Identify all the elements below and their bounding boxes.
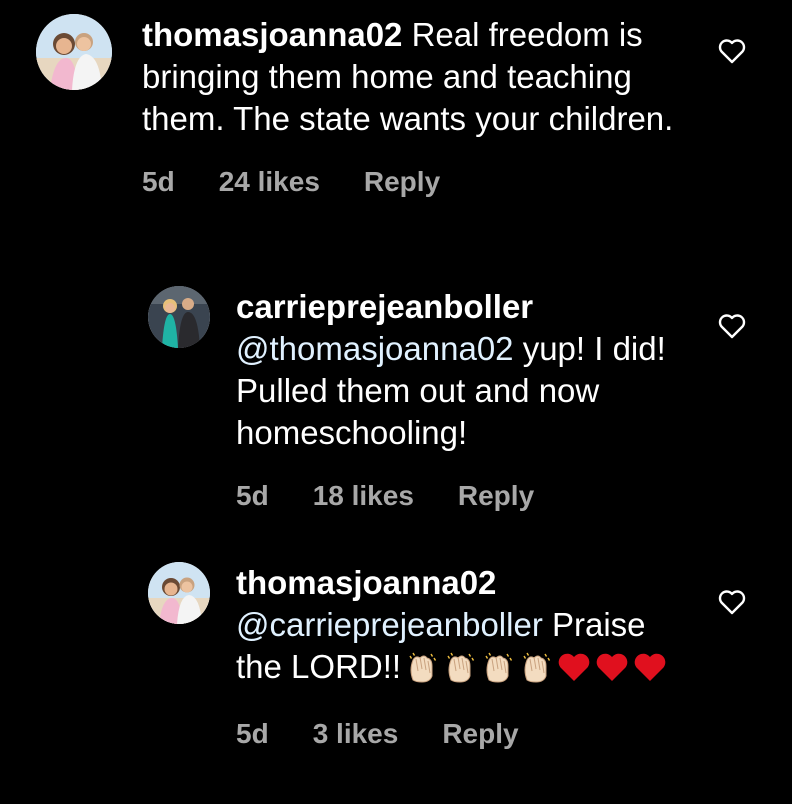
clapping-hands-emoji-icon [523, 652, 551, 683]
comment-likes[interactable]: 18 likes [313, 480, 414, 512]
avatar[interactable] [148, 562, 210, 624]
comment-time: 5d [236, 480, 269, 511]
comment-meta: 5d 18 likes Reply [236, 480, 688, 512]
red-heart-emoji-icon [558, 653, 590, 681]
avatar[interactable] [148, 286, 210, 348]
comment-mention[interactable]: @thomasjoanna02 [236, 330, 514, 367]
red-heart-emoji-icon [596, 653, 628, 681]
clapping-hands-emoji-icon [409, 652, 437, 683]
avatar[interactable] [36, 14, 112, 90]
comment-time: 5d [142, 166, 175, 197]
comment-mention[interactable]: @carrieprejeanboller [236, 606, 543, 643]
avatar-photo [36, 14, 112, 90]
clapping-hands-emoji-icon [485, 652, 513, 683]
emoji-row [401, 648, 667, 685]
like-heart-icon[interactable] [718, 38, 746, 64]
comment-2: carrieprejeanboller @thomasjoanna02 yup!… [148, 286, 688, 512]
comment-username[interactable]: carrieprejeanboller [236, 288, 533, 325]
reply-button[interactable]: Reply [458, 480, 534, 512]
comment-3: thomasjoanna02 @carrieprejeanboller Prai… [148, 562, 688, 750]
comment-meta: 5d 3 likes Reply [236, 718, 688, 750]
reply-button[interactable]: Reply [442, 718, 518, 750]
comment-meta: 5d 24 likes Reply [142, 166, 676, 198]
like-heart-icon[interactable] [718, 589, 746, 615]
comment-1: thomasjoanna02 Real freedom is bringing … [36, 14, 676, 198]
comment-text: carrieprejeanboller @thomasjoanna02 yup!… [236, 286, 688, 454]
comment-text: thomasjoanna02 Real freedom is bringing … [142, 14, 676, 140]
avatar-photo [148, 562, 210, 624]
like-heart-icon[interactable] [718, 313, 746, 339]
comment-username[interactable]: thomasjoanna02 [236, 564, 496, 601]
avatar-photo [148, 286, 210, 348]
comment-likes[interactable]: 24 likes [219, 166, 320, 198]
red-heart-emoji-icon [634, 653, 666, 681]
clapping-hands-emoji-icon [447, 652, 475, 683]
reply-button[interactable]: Reply [364, 166, 440, 198]
comment-likes[interactable]: 3 likes [313, 718, 399, 750]
comment-username[interactable]: thomasjoanna02 [142, 16, 402, 53]
comment-text: thomasjoanna02 @carrieprejeanboller Prai… [236, 562, 688, 688]
comment-time: 5d [236, 718, 269, 749]
